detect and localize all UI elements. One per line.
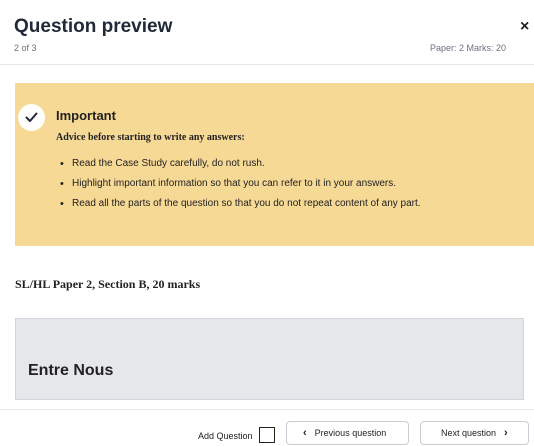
paper-marks-info: Paper: 2 Marks: 20 [430, 43, 507, 53]
important-title: Important [56, 108, 116, 123]
question-counter: 2 of 3 [14, 43, 37, 53]
advice-list: Read the Case Study carefully, do not ru… [56, 157, 421, 217]
close-icon[interactable]: × [520, 19, 529, 35]
next-question-label: Next question [441, 428, 497, 438]
list-item: Read all the parts of the question so th… [56, 197, 421, 217]
add-question-checkbox[interactable] [259, 427, 275, 443]
list-item: Highlight important information so that … [56, 177, 421, 197]
chevron-left-icon: ‹ [303, 427, 307, 439]
next-question-button[interactable]: Next question › [420, 421, 529, 445]
page-title: Question preview [14, 16, 173, 37]
previous-question-label: Previous question [314, 428, 387, 438]
advice-heading: Advice before starting to write any answ… [56, 132, 245, 143]
case-study-title: Entre Nous [28, 362, 114, 379]
section-label: SL/HL Paper 2, Section B, 20 marks [15, 277, 201, 291]
case-study-panel [15, 318, 524, 400]
previous-question-button[interactable]: ‹ Previous question [286, 421, 409, 445]
list-item: Read the Case Study carefully, do not ru… [56, 157, 421, 177]
check-icon [18, 104, 45, 131]
chevron-right-icon: › [504, 427, 508, 439]
add-question-label: Add Question [198, 431, 253, 441]
